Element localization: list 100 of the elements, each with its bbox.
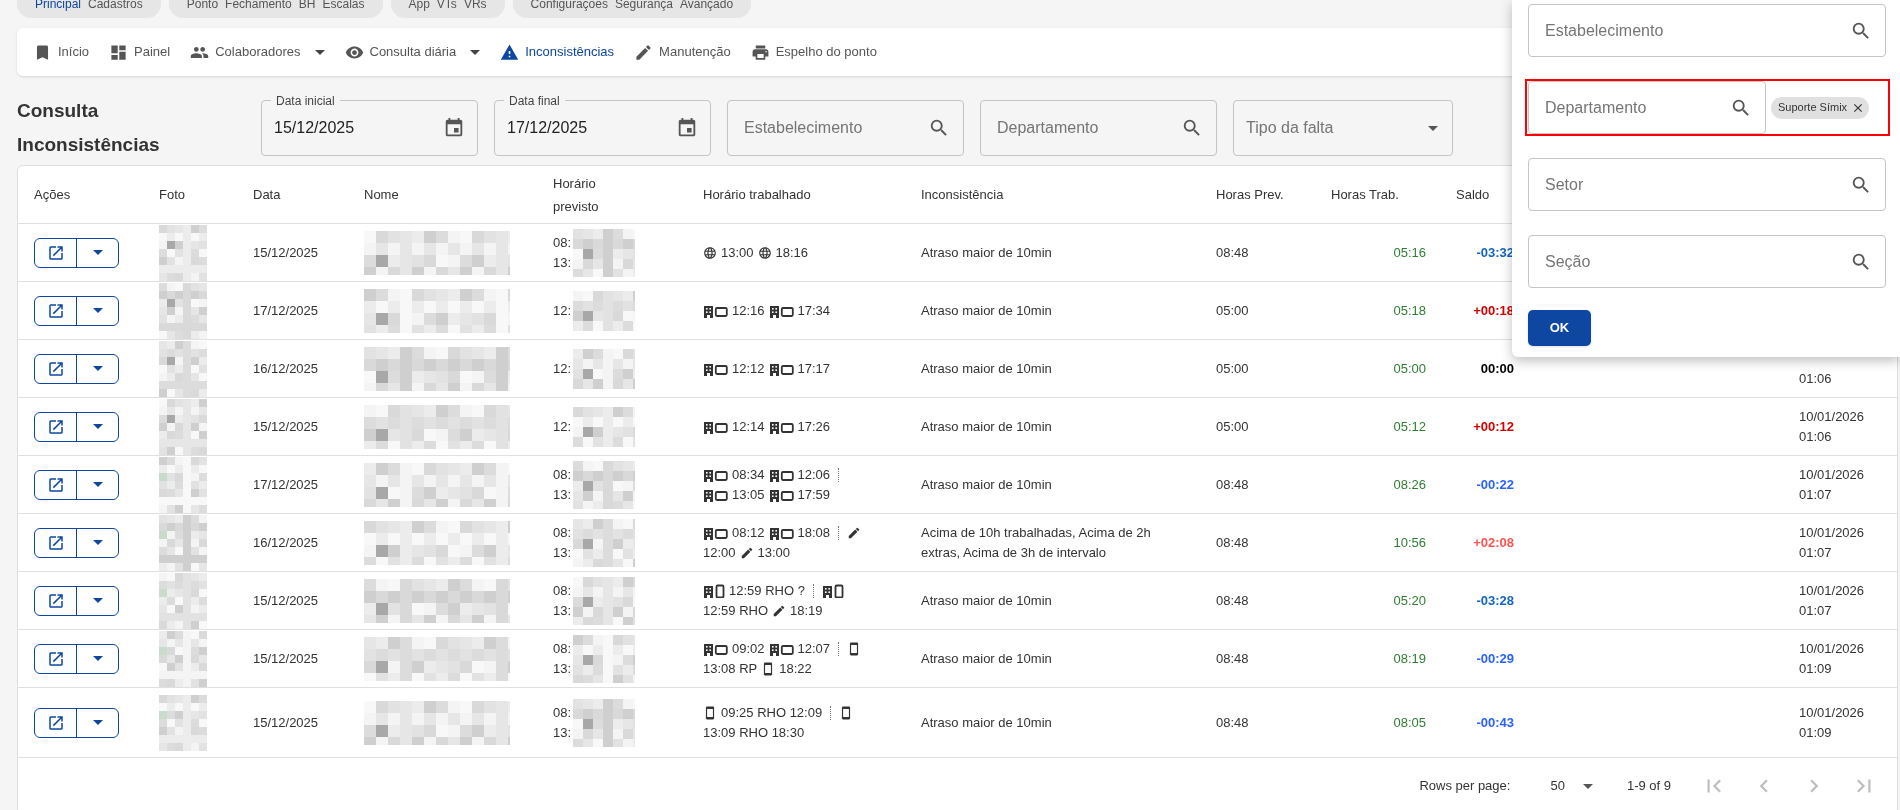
punch-time: 13:00 [721,243,754,262]
punch-time: 09:02 [732,639,765,658]
caret-icon [92,366,103,371]
hours-planned: 08:48 [1216,244,1249,260]
date-value: 15/12/2025 [274,118,355,138]
punch-time: 17:17 [797,359,831,378]
module-tab[interactable]: Avançado [680,0,734,10]
nav-link[interactable]: Painel [109,42,171,62]
warning-icon [500,42,520,62]
nav-link[interactable]: Inconsistências [500,42,615,62]
nav-link[interactable]: Espelho do ponto [750,42,877,62]
building-screen-icon [768,303,794,318]
punch-time: 18:22 [779,659,812,678]
globe-icon [757,245,772,260]
registered-at: 01:07 [1799,543,1833,562]
balance: +00:12 [1473,417,1514,436]
nav-link[interactable]: Colaboradores [190,42,301,62]
caret-icon [92,540,103,545]
hours-worked: 08:05 [1393,713,1426,732]
search-field[interactable]: Estabelecimento [727,100,964,156]
calendar-icon [443,117,465,139]
caret-icon[interactable] [314,49,325,55]
module-tab[interactable]: VRs [463,0,487,10]
module-tab[interactable]: Principal [35,0,82,10]
date-cell: 16/12/2025 [253,534,319,550]
punch-time: 12:06 [797,465,831,484]
date-cell: 16/12/2025 [253,360,319,376]
module-tab[interactable]: BH [298,0,316,10]
nav-link[interactable]: Manutenção [634,42,731,62]
punch-time: 17:26 [797,417,831,436]
date-cell: 15/12/2025 [253,592,319,608]
date-value: 17/12/2025 [507,118,588,138]
open-icon [46,591,65,610]
search-field[interactable]: Seção [1528,235,1886,288]
column-header: Horas Trab. [1331,186,1400,204]
search-field[interactable]: Departamento [980,100,1217,156]
search-field[interactable]: Setor [1528,158,1886,211]
module-tab[interactable]: Segurança [614,0,673,10]
caret-icon [92,656,103,661]
module-tab[interactable]: VTs [436,0,457,10]
module-tab[interactable]: Ponto [186,0,219,10]
balance: -00:22 [1476,475,1514,494]
hours-planned: 05:00 [1216,360,1249,376]
select-field[interactable]: Tipo da falta [1233,100,1453,156]
planned-time: 13: [553,601,569,620]
registered-at: 10/01/2026 [1799,523,1866,542]
module-tab[interactable]: Configurações [530,0,608,10]
nav-link[interactable]: Consulta diária [344,42,457,62]
hours-planned: 08:48 [1216,650,1249,666]
hours-worked: 08:26 [1393,475,1426,494]
date-cell: 17/12/2025 [253,476,319,492]
punch-time: 08:34 [732,465,765,484]
calendar-icon [676,117,698,139]
building-screen-icon [703,641,728,656]
open-icon [46,243,65,262]
open-icon [46,713,65,732]
open-icon [46,301,65,320]
caret-icon [92,720,103,725]
hours-worked: 10:56 [1393,533,1426,552]
registered-at: 10/01/2026 [1799,703,1866,722]
issue-text: Atraso maior de 10min [921,475,1053,494]
balance: -03:32 [1476,243,1514,262]
issue-text: Atraso maior de 10min [921,243,1053,262]
caret-icon[interactable] [470,49,481,55]
hours-planned: 08:48 [1216,714,1249,730]
open-icon [46,359,65,378]
rows-per-page-label: Rows per page: [1419,777,1511,796]
dotted-divider [830,705,832,720]
registered-at: 10/01/2026 [1799,465,1866,484]
search-field[interactable]: Estabelecimento [1528,4,1886,57]
ok-button[interactable]: OK [1528,310,1591,346]
rows-per-page-select[interactable]: 50 [1550,776,1593,796]
module-tab[interactable]: App [408,0,430,10]
date-cell: 15/12/2025 [253,714,319,730]
registered-at: 01:06 [1799,369,1833,388]
planned-time: 08: [553,233,569,252]
planned-time: 13: [553,253,569,272]
punch-time: 12:16 [732,301,765,320]
punch-time: 18:08 [797,523,831,542]
balance: 00:00 [1480,359,1514,378]
module-tab[interactable]: Cadastros [88,0,143,10]
module-tab[interactable]: Fechamento [225,0,292,10]
planned-time: 08: [553,703,569,722]
registered-at: 10/01/2026 [1799,581,1866,600]
column-header: Data [253,186,282,204]
building-phone-icon [821,583,844,598]
planned-time: 08: [553,639,569,658]
hours-worked: 05:20 [1393,591,1426,610]
search-field[interactable]: Departamento [1528,81,1766,134]
registered-at: 01:09 [1799,723,1833,742]
planned-time: 13: [553,723,569,742]
filter-chip[interactable]: Suporte Símix [1771,96,1870,119]
punch-time: 18:19 [790,601,823,620]
open-icon [46,649,65,668]
pencil-icon [847,525,862,540]
registered-at: 01:09 [1799,659,1833,678]
module-tab[interactable]: Escalas [322,0,365,10]
hours-planned: 08:48 [1216,476,1249,492]
nav-link[interactable]: Início [33,42,90,62]
punch-time: 13:05 [732,485,765,504]
